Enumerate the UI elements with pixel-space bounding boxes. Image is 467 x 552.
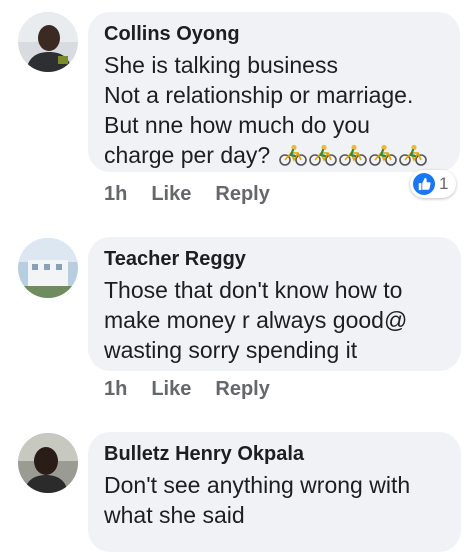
- avatar[interactable]: [18, 238, 78, 298]
- comment-line: Not a relationship or marriage.: [104, 82, 414, 108]
- comment-line: wasting sorry spending it: [104, 337, 358, 363]
- reaction-count-badge[interactable]: 1: [410, 170, 457, 198]
- comment-text: Those that don't know how to make money …: [104, 275, 445, 365]
- avatar[interactable]: [18, 12, 78, 72]
- comment-line: what she said: [104, 502, 245, 528]
- timestamp[interactable]: 1h: [104, 378, 127, 401]
- author-name[interactable]: Collins Oyong: [104, 22, 444, 46]
- like-button[interactable]: Like: [151, 183, 191, 206]
- emoji-row: [270, 142, 427, 168]
- bicyclist-emoji: [368, 144, 397, 166]
- comment-line: Don't see anything wrong with: [104, 472, 411, 498]
- comment-line-text: charge per day?: [104, 142, 271, 168]
- bicyclist-emoji: [398, 144, 427, 166]
- comment-line: charge per day?: [104, 140, 444, 170]
- like-button[interactable]: Like: [151, 378, 191, 401]
- thumbs-up-icon: [413, 173, 435, 195]
- author-name[interactable]: Teacher Reggy: [104, 247, 445, 271]
- comment-bubble: Collins Oyong She is talking business No…: [88, 12, 460, 172]
- comment-bubble: Bulletz Henry Okpala Don't see anything …: [88, 432, 461, 552]
- bicyclist-emoji: [308, 144, 337, 166]
- avatar[interactable]: [18, 433, 78, 493]
- reply-button[interactable]: Reply: [215, 183, 269, 206]
- comment-actions: 1h Like Reply: [104, 183, 270, 206]
- bicyclist-emoji: [278, 144, 307, 166]
- comment-line: Those that don't know how to: [104, 277, 403, 303]
- comment-line: But nne how much do you: [104, 112, 370, 138]
- comment-text: She is talking business Not a relationsh…: [104, 50, 444, 170]
- comment-line: She is talking business: [104, 52, 338, 78]
- author-name[interactable]: Bulletz Henry Okpala: [104, 442, 445, 466]
- reply-button[interactable]: Reply: [215, 378, 269, 401]
- comment-actions: 1h Like Reply: [104, 378, 270, 401]
- reaction-count: 1: [439, 174, 449, 193]
- comment-bubble: Teacher Reggy Those that don't know how …: [88, 237, 461, 371]
- bicyclist-emoji: [338, 144, 367, 166]
- comment-line: make money r always good@: [104, 307, 408, 333]
- timestamp[interactable]: 1h: [104, 183, 127, 206]
- comment-text: Don't see anything wrong with what she s…: [104, 470, 445, 530]
